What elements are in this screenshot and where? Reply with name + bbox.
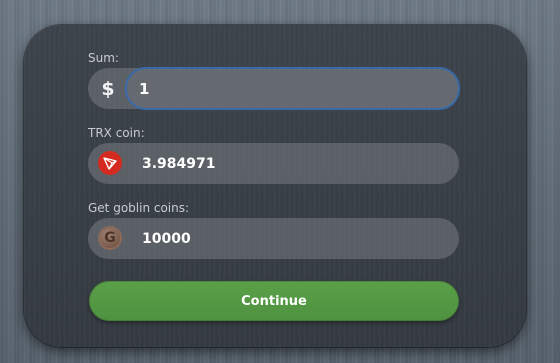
trx-amount: 3.984971 (142, 155, 216, 172)
goblin-field: G 10000 (88, 218, 459, 259)
dollar-icon: $ (101, 77, 115, 100)
trx-field: 3.984971 (88, 143, 459, 184)
trx-logo-icon (98, 151, 122, 175)
goblin-coin-icon: G (98, 226, 122, 250)
sum-field: $ (88, 67, 460, 110)
sum-input[interactable] (139, 79, 458, 98)
goblin-label: Get goblin coins: (88, 201, 190, 215)
trx-label: TRX coin: (88, 126, 145, 140)
sum-label: Sum: (88, 51, 119, 65)
goblin-amount: 10000 (142, 230, 191, 247)
sum-input-wrapper (125, 67, 460, 110)
continue-button[interactable]: Continue (89, 281, 459, 321)
